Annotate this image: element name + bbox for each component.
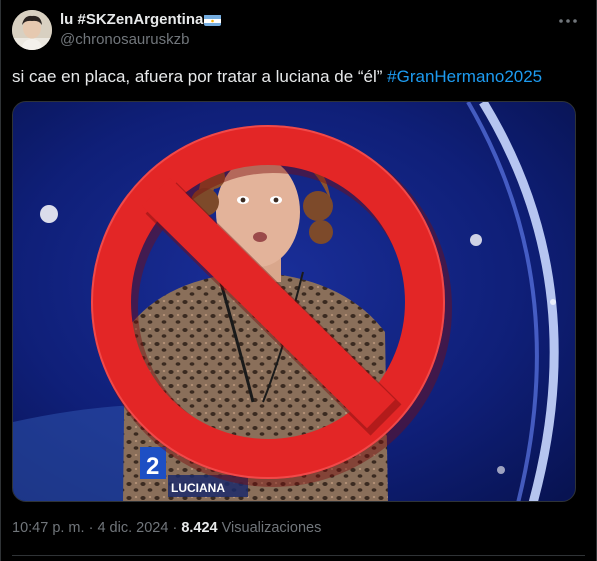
meta-separator-2: · <box>172 520 178 536</box>
tweet-date[interactable]: 4 dic. 2024 <box>97 520 168 536</box>
views-label: Visualizaciones <box>221 520 322 536</box>
tweet-media-image[interactable]: 2 LUCIANA <box>12 101 576 502</box>
hashtag-link[interactable]: #GranHermano2025 <box>387 67 542 86</box>
views-count: 8.424 <box>181 520 218 536</box>
lower-third-name: LUCIANA <box>171 481 225 495</box>
tweet-card: lu #SKZenArgentina @chronosauruskzb si c… <box>0 0 597 561</box>
tweet-meta: 10:47 p. m. · 4 dic. 2024 · 8.424 Visual… <box>12 520 321 536</box>
more-options-button[interactable] <box>557 12 579 30</box>
author-display-name[interactable]: lu #SKZenArgentina <box>60 11 203 28</box>
media-photo: 2 LUCIANA <box>13 102 575 501</box>
argentina-flag-icon <box>204 14 222 26</box>
avatar[interactable] <box>12 10 52 50</box>
author-display-name-row[interactable]: lu #SKZenArgentina <box>60 11 222 28</box>
tweet-time[interactable]: 10:47 p. m. <box>12 520 85 536</box>
tweet-text: si cae en placa, afuera por tratar a luc… <box>12 67 542 87</box>
avatar-image <box>12 10 52 50</box>
meta-separator: · <box>88 520 94 536</box>
tweet-text-plain: si cae en placa, afuera por tratar a luc… <box>12 67 388 86</box>
divider <box>12 555 585 556</box>
channel-number: 2 <box>146 453 159 480</box>
more-icon <box>559 19 577 23</box>
author-handle[interactable]: @chronosauruskzb <box>60 31 189 48</box>
